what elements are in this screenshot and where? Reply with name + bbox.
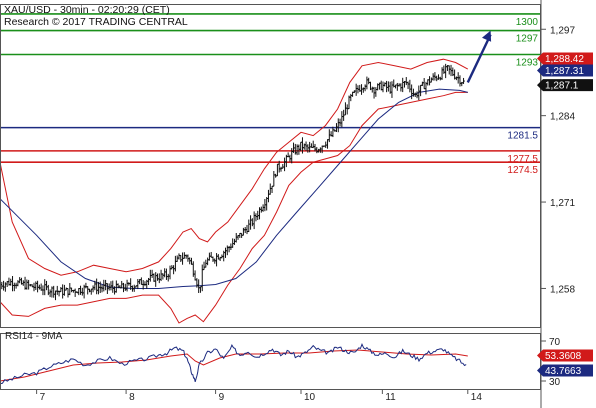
axes: 1,2971,2841,2711,2587 8 9 10 11 141,288.421,2… xyxy=(0,0,593,408)
rsi-line xyxy=(0,343,467,385)
level-label: 1293 xyxy=(516,58,539,69)
x-tick-label: 7 xyxy=(40,392,46,403)
forecast-arrowhead xyxy=(482,30,492,42)
price-tag: 1,287.1 xyxy=(537,79,593,92)
level-label: 1277.5 xyxy=(507,154,538,165)
level-label: 1300 xyxy=(516,17,539,28)
x-tick-label: 8 xyxy=(129,392,135,403)
price-tag-label: 1,288.42 xyxy=(545,54,584,65)
price-tag: 1,288.42 xyxy=(537,52,593,65)
rsi-panel xyxy=(0,343,468,385)
rsi-tag: 53.3608 xyxy=(537,349,593,362)
y-tick-label: 1,271 xyxy=(550,198,575,209)
x-tick-label: 14 xyxy=(471,392,483,403)
y-tick-label: 1,297 xyxy=(550,25,575,36)
rsi-panel-frame xyxy=(0,333,541,390)
rsi-tag: 43.7663 xyxy=(537,364,593,377)
price-tag-label: 1,287.31 xyxy=(545,66,584,77)
level-label: 1274.5 xyxy=(507,165,538,176)
level-label: 1297 xyxy=(516,34,539,45)
price-tag: 1,287.31 xyxy=(537,64,593,77)
chart-canvas: 1300 1297 1293 1281.5 1277.51274.5 1,297 1,28… xyxy=(0,0,593,408)
forecast-arrow-shaft xyxy=(466,34,492,83)
x-tick-label: 11 xyxy=(385,392,396,403)
copyright-line: Research © 2017 TRADING CENTRAL xyxy=(4,16,188,28)
x-tick-label: 10 xyxy=(304,392,316,403)
rsi-tag-label: 43.7663 xyxy=(545,366,582,377)
bollinger-upper xyxy=(0,58,469,276)
x-tick-label: 9 xyxy=(219,392,225,403)
rsi-tag-label: 53.3608 xyxy=(545,351,582,362)
chart-title: XAU/USD - 30min - 02:20:29 (CET) xyxy=(4,4,170,16)
rsi-y-tick-label: 70 xyxy=(549,337,561,348)
rsi-label: RSI14 - 9MA xyxy=(5,331,63,342)
price-panel-frame xyxy=(0,4,541,328)
y-tick-label: 1,284 xyxy=(550,112,575,123)
price-panel: 1300 1297 1293 1281.5 1277.51274.5 xyxy=(0,13,541,324)
rsi-y-tick-label: 30 xyxy=(549,377,561,388)
level-label: 1281.5 xyxy=(507,131,538,142)
moving-average-line xyxy=(0,88,468,289)
candles xyxy=(0,63,465,301)
price-tag-label: 1,287.1 xyxy=(545,81,579,92)
y-tick-label: 1,258 xyxy=(550,284,575,295)
